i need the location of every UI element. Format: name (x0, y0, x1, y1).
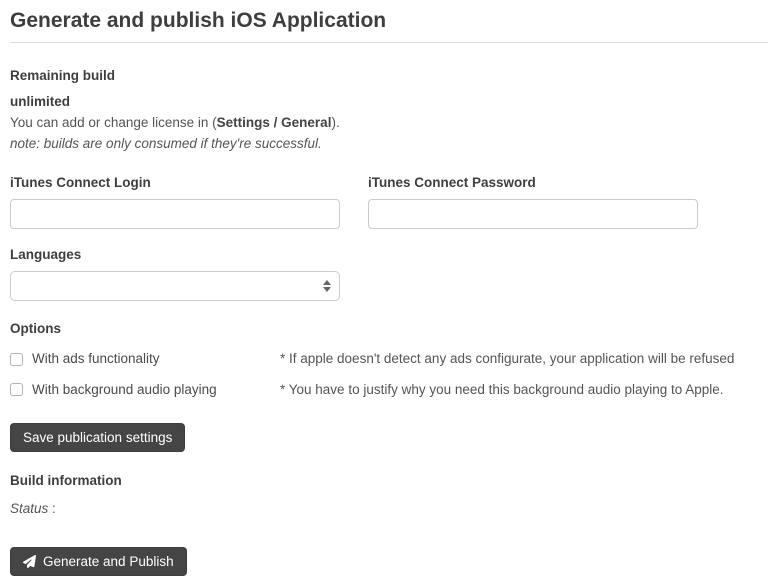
status-label: Status (10, 501, 48, 516)
save-button-row: Save publication settings (10, 423, 758, 452)
login-field-group: iTunes Connect Login (10, 175, 340, 229)
ads-checkbox-label[interactable]: With ads functionality (32, 350, 160, 368)
build-information-heading: Build information (10, 473, 758, 488)
save-button-label: Save publication settings (23, 430, 172, 445)
options-heading: Options (10, 321, 758, 336)
generate-button-label: Generate and Publish (43, 554, 174, 569)
build-status-line: Status : (10, 501, 758, 516)
itunes-password-label: iTunes Connect Password (368, 175, 698, 190)
paper-plane-icon (23, 555, 36, 568)
license-hint-prefix: You can add or change license in ( (10, 115, 217, 130)
languages-label: Languages (10, 247, 758, 262)
audio-option-note: * You have to justify why you need this … (280, 381, 724, 399)
page-title: Generate and publish iOS Application (10, 8, 758, 33)
background-audio-checkbox[interactable] (10, 383, 23, 396)
license-note: note: builds are only consumed if they'r… (10, 135, 758, 153)
license-hint-path: Settings / General (217, 115, 332, 130)
remaining-build-value: unlimited (10, 94, 758, 109)
generate-and-publish-button[interactable]: Generate and Publish (10, 547, 187, 576)
build-information-section: Build information Status : (10, 473, 758, 516)
languages-select-wrap (10, 271, 340, 301)
option-audio-control: With background audio playing (10, 381, 280, 399)
save-publication-settings-button[interactable]: Save publication settings (10, 423, 185, 452)
generate-button-row: Generate and Publish (10, 547, 758, 576)
title-divider (10, 42, 768, 43)
languages-field-group: Languages (10, 247, 758, 301)
itunes-login-label: iTunes Connect Login (10, 175, 340, 190)
option-row-audio: With background audio playing * You have… (10, 381, 758, 399)
languages-select[interactable] (10, 271, 340, 301)
license-hint-suffix: ). (331, 115, 339, 130)
options-section: Options With ads functionality * If appl… (10, 321, 758, 398)
option-ads-control: With ads functionality (10, 350, 280, 368)
license-section: Remaining build unlimited You can add or… (10, 68, 758, 152)
itunes-password-input[interactable] (368, 199, 698, 229)
license-change-hint: You can add or change license in (Settin… (10, 114, 758, 132)
ads-option-note: * If apple doesn't detect any ads config… (280, 350, 734, 368)
remaining-build-heading: Remaining build (10, 68, 758, 83)
option-row-ads: With ads functionality * If apple doesn'… (10, 350, 758, 368)
itunes-login-input[interactable] (10, 199, 340, 229)
background-audio-checkbox-label[interactable]: With background audio playing (32, 381, 217, 399)
password-field-group: iTunes Connect Password (368, 175, 698, 229)
credentials-row: iTunes Connect Login iTunes Connect Pass… (10, 175, 758, 229)
ads-checkbox[interactable] (10, 353, 23, 366)
status-separator: : (48, 501, 56, 516)
